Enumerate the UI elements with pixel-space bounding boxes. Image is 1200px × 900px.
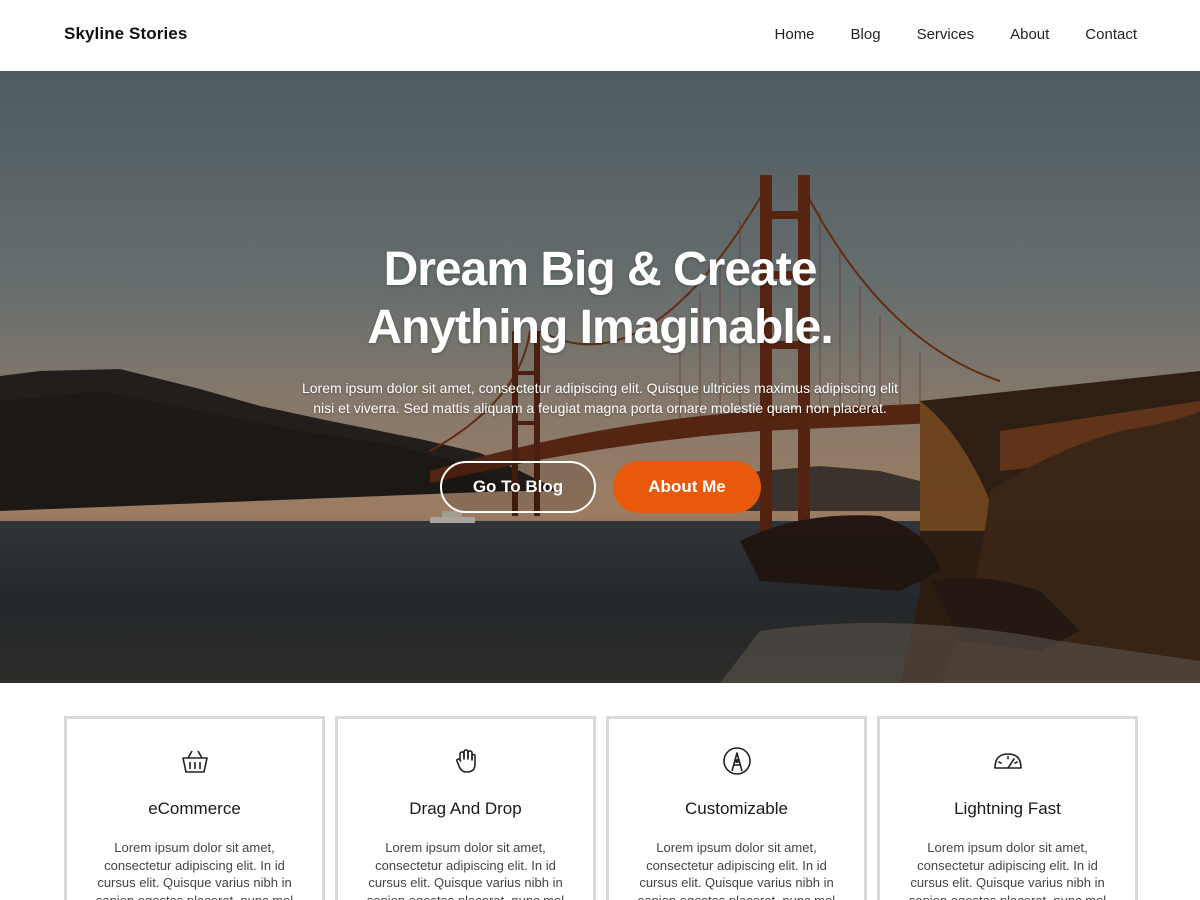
feature-description: Lorem ipsum dolor sit amet, consectetur …: [95, 840, 294, 900]
feature-title: Customizable: [685, 799, 788, 818]
feature-description: Lorem ipsum dolor sit amet, consectetur …: [366, 840, 565, 900]
feature-title: eCommerce: [148, 799, 241, 818]
feature-title: Lightning Fast: [954, 799, 1061, 818]
hero-title-line-2: Anything Imaginable.: [367, 301, 833, 354]
speedometer-icon: [991, 744, 1025, 778]
main-nav: Home Blog Services About Contact: [739, 26, 1137, 43]
pen-circle-icon: [720, 744, 754, 778]
hero-title: Dream Big & Create Anything Imaginable.: [250, 241, 950, 357]
feature-title: Drag And Drop: [409, 799, 522, 818]
hand-icon: [449, 744, 483, 778]
nav-item-blog[interactable]: Blog: [851, 26, 881, 43]
nav-item-about[interactable]: About: [1010, 26, 1049, 43]
go-to-blog-button[interactable]: Go To Blog: [440, 461, 596, 513]
nav-item-home[interactable]: Home: [775, 26, 815, 43]
feature-card-ecommerce: eCommerce Lorem ipsum dolor sit amet, co…: [64, 716, 325, 900]
feature-card-lightning-fast: Lightning Fast Lorem ipsum dolor sit ame…: [877, 716, 1138, 900]
nav-item-contact[interactable]: Contact: [1085, 26, 1137, 43]
hero-content: Dream Big & Create Anything Imaginable. …: [0, 71, 1200, 683]
feature-description: Lorem ipsum dolor sit amet, consectetur …: [637, 840, 836, 900]
features-section: eCommerce Lorem ipsum dolor sit amet, co…: [64, 716, 1138, 900]
site-header: Skyline Stories Home Blog Services About…: [0, 0, 1200, 71]
about-me-button[interactable]: About Me: [613, 461, 761, 513]
hero-description: Lorem ipsum dolor sit amet, consectetur …: [301, 380, 899, 416]
nav-item-services[interactable]: Services: [917, 26, 975, 43]
site-brand[interactable]: Skyline Stories: [64, 24, 187, 44]
feature-description: Lorem ipsum dolor sit amet, consectetur …: [908, 840, 1107, 900]
feature-card-customizable: Customizable Lorem ipsum dolor sit amet,…: [606, 716, 867, 900]
hero-section: Dream Big & Create Anything Imaginable. …: [0, 71, 1200, 683]
basket-icon: [178, 744, 212, 778]
feature-card-drag-and-drop: Drag And Drop Lorem ipsum dolor sit amet…: [335, 716, 596, 900]
hero-title-line-1: Dream Big & Create: [383, 243, 818, 296]
